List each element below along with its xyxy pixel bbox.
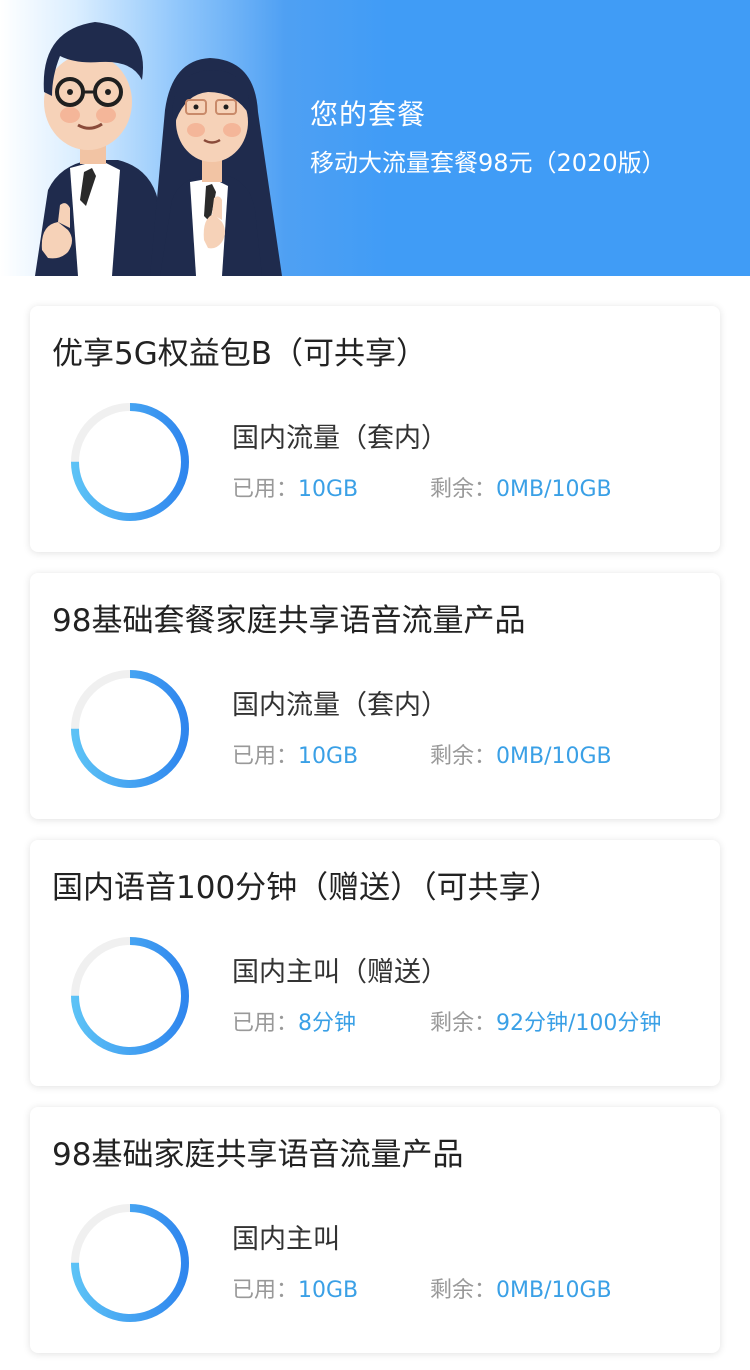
- usage-ring-icon: [71, 403, 189, 521]
- remaining-label: 剩余：: [430, 744, 497, 769]
- used-stat: 已用：10GB: [232, 741, 358, 773]
- used-stat: 已用：8分钟: [232, 1008, 356, 1040]
- remaining-value: 92分钟/100分钟: [496, 1011, 662, 1036]
- usage-item-name: 国内主叫: [232, 1224, 340, 1255]
- remaining-value: 0MB/10GB: [496, 1278, 612, 1303]
- remaining-label: 剩余：: [430, 1011, 497, 1036]
- used-value: 8分钟: [298, 1011, 357, 1036]
- usage-item-name: 国内流量（套内）: [232, 690, 448, 721]
- used-stat: 已用：10GB: [232, 474, 358, 506]
- package-title: 国内语音100分钟（赠送）（可共享）: [52, 870, 561, 906]
- package-card[interactable]: 98基础家庭共享语音流量产品 国内主叫 已用：10GB 剩余：0MB/10GB: [30, 1107, 720, 1353]
- package-card[interactable]: 国内语音100分钟（赠送）（可共享） 国内主叫（赠送） 已用：8分钟 剩余：92…: [30, 840, 720, 1086]
- staff-illustration-icon: [35, 22, 282, 276]
- remaining-value: 0MB/10GB: [496, 744, 612, 769]
- remaining-value: 0MB/10GB: [496, 477, 612, 502]
- used-label: 已用：: [232, 1011, 299, 1036]
- package-card[interactable]: 98基础套餐家庭共享语音流量产品 国内流量（套内） 已用：10GB 剩余：0MB…: [30, 573, 720, 819]
- used-value: 10GB: [298, 477, 359, 502]
- usage-ring-icon: [71, 670, 189, 788]
- remaining-label: 剩余：: [430, 477, 497, 502]
- usage-ring-icon: [71, 937, 189, 1055]
- package-list: 优享5G权益包B（可共享） 国内流量（套内） 已用：10GB 剩余：0MB/10…: [0, 276, 750, 1353]
- usage-ring-icon: [71, 1204, 189, 1322]
- used-label: 已用：: [232, 744, 299, 769]
- package-card[interactable]: 优享5G权益包B（可共享） 国内流量（套内） 已用：10GB 剩余：0MB/10…: [30, 306, 720, 552]
- plan-name: 移动大流量套餐98元（2020版）: [310, 149, 666, 177]
- remaining-label: 剩余：: [430, 1278, 497, 1303]
- package-title: 优享5G权益包B（可共享）: [52, 336, 428, 372]
- used-value: 10GB: [298, 744, 359, 769]
- remaining-stat: 剩余：0MB/10GB: [430, 474, 612, 506]
- used-value: 10GB: [298, 1278, 359, 1303]
- plan-summary: 您的套餐 移动大流量套餐98元（2020版）: [310, 95, 666, 181]
- used-label: 已用：: [232, 477, 299, 502]
- package-title: 98基础套餐家庭共享语音流量产品: [52, 603, 526, 639]
- usage-item-name: 国内主叫（赠送）: [232, 957, 448, 988]
- used-stat: 已用：10GB: [232, 1275, 358, 1307]
- remaining-stat: 剩余：0MB/10GB: [430, 741, 612, 773]
- plan-title: 您的套餐: [310, 98, 427, 131]
- header-banner: 您的套餐 移动大流量套餐98元（2020版）: [0, 0, 750, 276]
- remaining-stat: 剩余：92分钟/100分钟: [430, 1008, 661, 1040]
- used-label: 已用：: [232, 1278, 299, 1303]
- remaining-stat: 剩余：0MB/10GB: [430, 1275, 612, 1307]
- package-title: 98基础家庭共享语音流量产品: [52, 1137, 464, 1173]
- usage-item-name: 国内流量（套内）: [232, 423, 448, 454]
